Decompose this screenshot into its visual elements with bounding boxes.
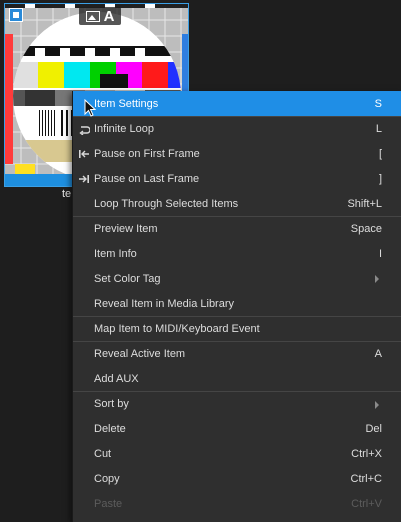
loop-icon: [76, 117, 92, 142]
submenu-arrow-icon: [375, 275, 379, 283]
menu-item-paste: Paste Ctrl+V: [73, 491, 401, 516]
menu-item-shortcut: Ctrl+V: [351, 497, 382, 510]
menu-item-reveal-in-media-library[interactable]: Reveal Item in Media Library: [73, 291, 401, 316]
menu-item-label: Preview Item: [94, 223, 158, 235]
menu-item-shortcut: Del: [365, 422, 382, 435]
submenu-arrow-icon: [375, 401, 379, 409]
audio-badge-letter: A: [103, 7, 115, 25]
menu-item-shortcut: L: [375, 123, 382, 135]
pause-first-frame-icon: [76, 141, 92, 166]
menu-item-label: Pause on Last Frame: [94, 172, 200, 185]
image-icon: [85, 10, 100, 22]
menu-item-shortcut: S: [374, 97, 382, 110]
menu-item-delete[interactable]: Delete Del: [73, 416, 401, 441]
menu-item-label: Cut: [94, 447, 112, 460]
menu-item-label: Map Item to MIDI/Keyboard Event: [94, 323, 260, 335]
menu-item-label: Set Color Tag: [94, 272, 161, 285]
mouse-cursor-icon: [84, 99, 97, 117]
menu-item-item-settings[interactable]: Item Settings S: [73, 91, 401, 116]
menu-item-label: Sort by: [94, 398, 129, 410]
pause-last-frame-icon: [76, 166, 92, 191]
context-menu: Item Settings S Infinite Loop L Pause on…: [72, 91, 401, 522]
menu-item-item-info[interactable]: Item Info I: [73, 241, 401, 266]
menu-item-copy[interactable]: Copy Ctrl+C: [73, 466, 401, 491]
menu-item-preview-item[interactable]: Preview Item Space: [73, 216, 401, 241]
menu-item-label: Reveal Item in Media Library: [94, 297, 235, 310]
workspace: A te Item Settings S Infinite Loop L Pau…: [0, 0, 401, 522]
menu-item-label: Copy: [94, 472, 120, 485]
thumbnail-caption: te: [62, 188, 72, 200]
menu-item-map-to-midi[interactable]: Map Item to MIDI/Keyboard Event: [73, 316, 401, 341]
menu-item-add-aux[interactable]: Add AUX: [73, 366, 401, 391]
menu-item-sort-by[interactable]: Sort by: [73, 391, 401, 416]
menu-item-shortcut: I: [378, 247, 382, 260]
menu-item-loop-through-selected[interactable]: Loop Through Selected Items Shift+L: [73, 191, 401, 216]
menu-item-shortcut: ]: [378, 172, 382, 185]
menu-item-shortcut: [: [378, 147, 382, 160]
menu-item-shortcut: Ctrl+X: [351, 447, 382, 460]
selection-checkbox[interactable]: [9, 8, 23, 22]
menu-item-label: Loop Through Selected Items: [94, 197, 239, 210]
menu-item-label: Delete: [94, 422, 126, 435]
menu-item-label: Item Settings: [94, 97, 159, 110]
menu-item-label: Item Info: [94, 247, 137, 260]
menu-item-pause-last-frame[interactable]: Pause on Last Frame ]: [73, 166, 401, 191]
menu-item-shortcut: Ctrl+C: [350, 472, 382, 485]
menu-item-cut[interactable]: Cut Ctrl+X: [73, 441, 401, 466]
media-type-badge: A: [79, 7, 121, 25]
menu-item-shortcut: Shift+L: [347, 197, 382, 210]
menu-item-reveal-active-item[interactable]: Reveal Active Item A: [73, 341, 401, 366]
menu-item-infinite-loop[interactable]: Infinite Loop L: [73, 116, 401, 141]
menu-item-label: Reveal Active Item: [94, 348, 186, 360]
menu-item-label: Add AUX: [94, 372, 139, 385]
menu-item-set-color-tag[interactable]: Set Color Tag: [73, 266, 401, 291]
menu-item-label: Infinite Loop: [94, 123, 154, 135]
menu-item-label: Pause on First Frame: [94, 147, 200, 160]
menu-item-shortcut: Space: [350, 223, 382, 235]
menu-item-label: Paste: [94, 497, 123, 510]
menu-item-shortcut: A: [374, 348, 382, 360]
menu-item-pause-first-frame[interactable]: Pause on First Frame [: [73, 141, 401, 166]
